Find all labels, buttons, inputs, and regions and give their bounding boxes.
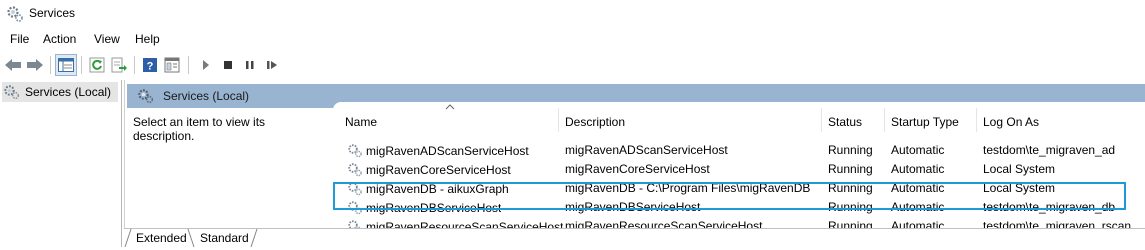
export-icon[interactable]	[108, 54, 130, 76]
help-icon[interactable]: ?	[139, 54, 161, 76]
service-description: migRavenCoreServiceHost	[565, 162, 710, 176]
pause-icon[interactable]	[239, 54, 261, 76]
sort-ascending-icon	[445, 102, 455, 113]
column-header-log-on-as[interactable]: Log On As	[983, 112, 1039, 132]
description-panel: Select an item to view its description.	[127, 110, 329, 230]
column-header-startup-type-label: Startup Type	[891, 115, 959, 129]
extended-view-icon[interactable]	[55, 54, 77, 76]
service-name: migRavenADScanServiceHost	[366, 144, 529, 158]
refresh-icon[interactable]	[86, 54, 108, 76]
stop-icon[interactable]	[217, 54, 239, 76]
column-header-status-label: Status	[828, 115, 863, 129]
gear-icon	[347, 143, 363, 159]
menu-help[interactable]: Help	[133, 32, 162, 46]
service-name-cell: migRavenADScanServiceHost	[347, 143, 529, 159]
service-name: migRavenCoreServiceHost	[366, 163, 511, 177]
tree-node-label: Services (Local)	[25, 85, 112, 99]
tab-edge	[124, 228, 132, 248]
toolbar-separator	[50, 56, 51, 74]
gears-icon	[137, 88, 155, 104]
table-row[interactable]: migRavenCoreServiceHost migRavenCoreServ…	[333, 160, 1145, 179]
toolbar-separator	[81, 56, 82, 74]
toolbar: ?	[0, 53, 1145, 77]
service-status: Running	[828, 162, 873, 176]
toolbar-separator	[188, 56, 189, 74]
svg-text:?: ?	[147, 61, 154, 73]
restart-icon[interactable]	[261, 54, 283, 76]
service-startup-type: Automatic	[891, 162, 945, 176]
play-icon[interactable]	[195, 54, 217, 76]
service-log-on-as: testdom\te_migraven_ad	[983, 143, 1116, 157]
column-divider[interactable]	[976, 108, 977, 132]
properties-icon[interactable]	[161, 54, 183, 76]
service-description: migRavenADScanServiceHost	[565, 143, 728, 157]
tab-standard[interactable]: Standard	[196, 231, 253, 245]
toolbar-separator	[134, 56, 135, 74]
details-pane: Services (Local) Select an item to view …	[124, 80, 1145, 247]
back-arrow-icon[interactable]	[2, 54, 24, 76]
pane-header-title: Services (Local)	[163, 89, 250, 103]
window-title: Services	[29, 6, 76, 20]
column-header-description-label: Description	[565, 115, 626, 129]
menu-view[interactable]: View	[92, 32, 122, 46]
gears-icon	[3, 84, 21, 100]
service-log-on-as: Local System	[983, 162, 1056, 176]
view-tabs: Extended Standard	[124, 228, 1145, 248]
column-divider[interactable]	[558, 108, 559, 132]
service-status: Running	[828, 143, 873, 157]
console-tree: Services (Local)	[0, 80, 122, 247]
gear-icon	[347, 162, 363, 178]
column-header-description[interactable]: Description	[565, 112, 625, 132]
column-header-startup-type[interactable]: Startup Type	[891, 112, 959, 132]
column-header-name-label: Name	[345, 115, 378, 129]
column-header-status[interactable]: Status	[828, 112, 862, 132]
table-row[interactable]: migRavenADScanServiceHost migRavenADScan…	[333, 141, 1145, 160]
gears-icon	[6, 5, 24, 23]
services-list: Name Description Status Startup Type Log…	[333, 102, 1145, 234]
tab-edge	[250, 228, 258, 248]
service-name-cell: migRavenCoreServiceHost	[347, 162, 511, 178]
column-header-name[interactable]: Name	[345, 112, 377, 132]
service-startup-type: Automatic	[891, 143, 945, 157]
column-divider[interactable]	[821, 108, 822, 132]
row-highlight-box	[333, 182, 1126, 210]
menu-file[interactable]: File	[8, 32, 31, 46]
description-prompt: Select an item to view its description.	[133, 115, 266, 143]
forward-arrow-icon[interactable]	[24, 54, 46, 76]
tab-edge	[187, 228, 195, 248]
menu-bar: File Action View Help	[0, 30, 1145, 50]
title-bar: Services	[0, 0, 1145, 28]
menu-action[interactable]: Action	[41, 32, 78, 46]
column-header-log-on-as-label: Log On As	[983, 115, 1040, 129]
tree-node-services-local[interactable]: Services (Local)	[2, 82, 118, 102]
column-divider[interactable]	[884, 108, 885, 132]
tab-extended[interactable]: Extended	[132, 231, 191, 245]
